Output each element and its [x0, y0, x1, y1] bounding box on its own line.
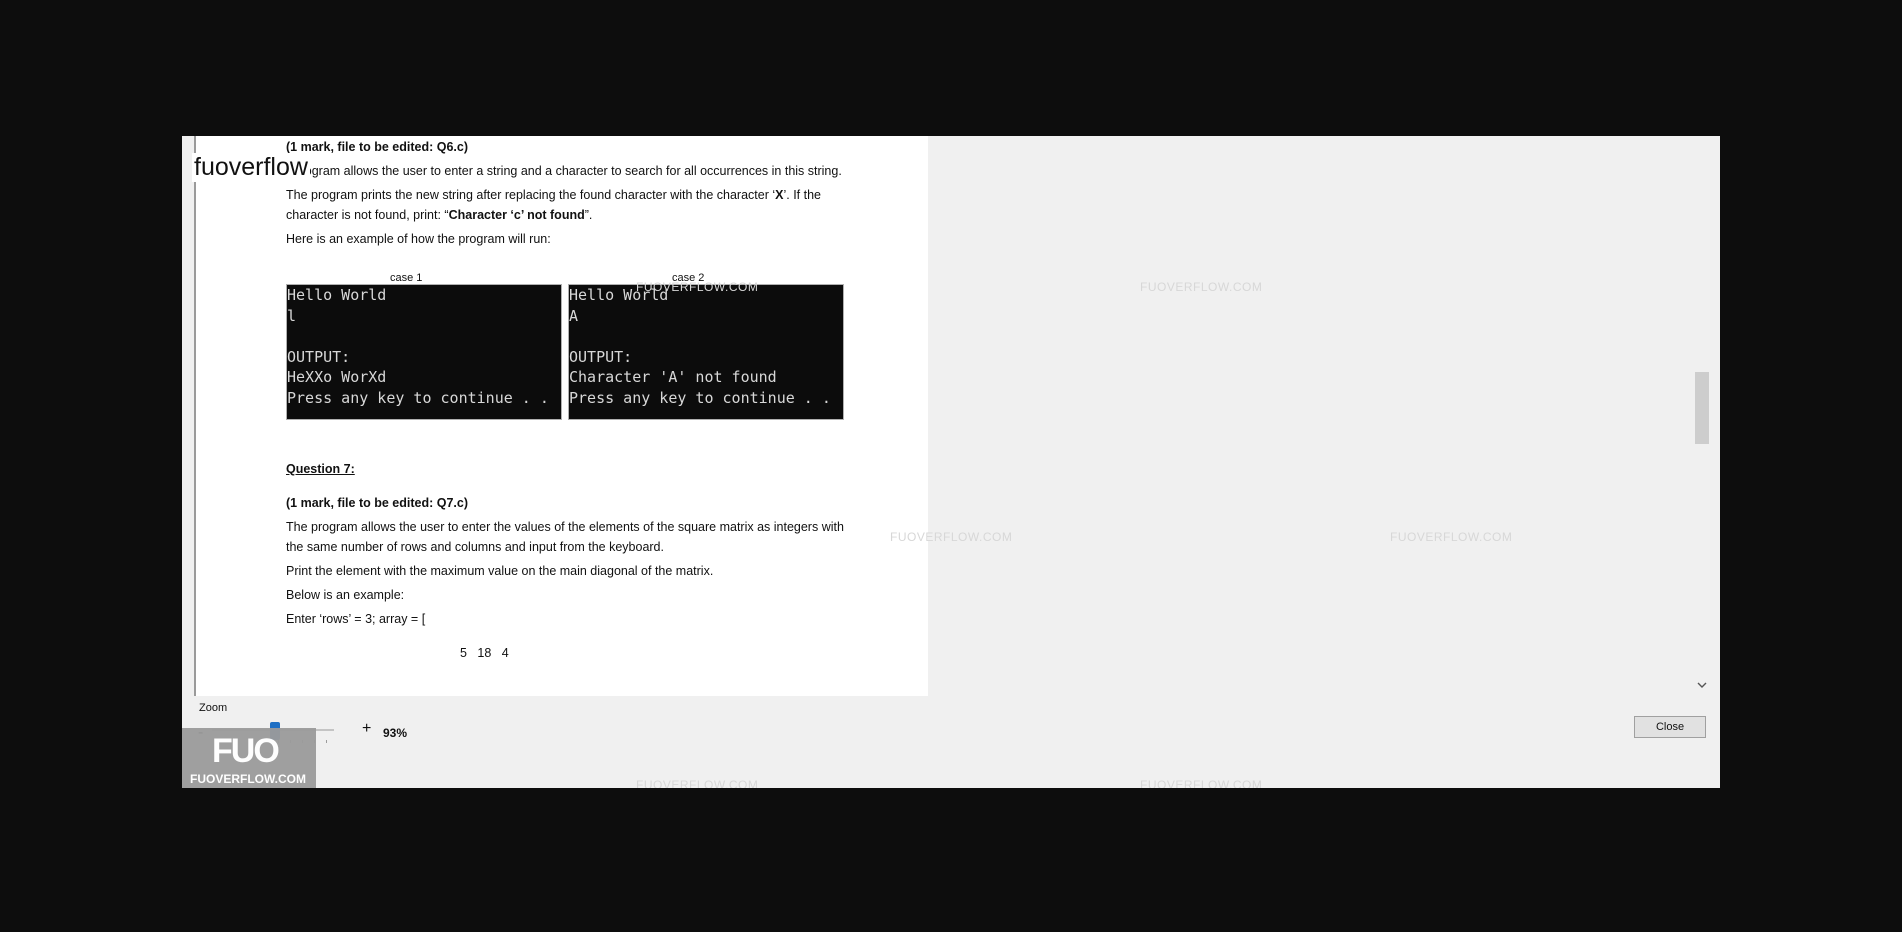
console-line: l [287, 306, 297, 325]
console-line: HeXXo WorXd [287, 368, 387, 387]
q6-line3: character is not found, print: “Characte… [286, 208, 592, 222]
fuo-badge-url: FUOVERFLOW.COM [190, 772, 306, 786]
q6-line3-c: ”. [584, 208, 593, 222]
q6-line1: · program allows the user to enter a str… [286, 164, 842, 178]
document-viewport[interactable]: (1 mark, file to be edited: Q6.c) · prog… [182, 136, 1720, 696]
console-line: Press any key to continue . . . [569, 388, 844, 407]
watermark: FUOVERFLOW.COM [1140, 778, 1263, 788]
q7-line5: Enter ‘rows’ = 3; array = [ [286, 612, 426, 626]
q6-line2-c: ’. If the [783, 188, 822, 202]
console-line: A [569, 306, 579, 325]
watermark: FUOVERFLOW.COM [1140, 280, 1263, 294]
q7-line2: the same number of rows and columns and … [286, 540, 664, 554]
q6-mark: (1 mark, file to be edited: Q6.c) [286, 140, 468, 154]
watermark: FUOVERFLOW.COM [636, 280, 759, 294]
console-line: OUTPUT: [569, 347, 633, 366]
q6-line2: The program prints the new string after … [286, 188, 821, 202]
fuoverflow-logo: fuoverflow [192, 153, 310, 182]
q6-line3-b: Character ‘c’ not found [448, 208, 585, 222]
q7-mark: (1 mark, file to be edited: Q7.c) [286, 496, 468, 510]
zoom-value: 93% [383, 726, 408, 740]
q6-line3-a: character is not found, print: “ [286, 208, 449, 222]
zoom-tick [326, 740, 327, 743]
q7-line4: Below is an example: [286, 588, 405, 602]
q7-matrix-row: 5 18 4 [460, 646, 509, 660]
q6-line2-a: The program prints the new string after … [286, 188, 776, 202]
console-line: Character 'A' not found [569, 368, 777, 387]
q6-line4: Here is an example of how the program wi… [286, 232, 551, 246]
q7-line3: Print the element with the maximum value… [286, 564, 714, 578]
console-output-case1: Hello World l OUTPUT: HeXXo WorXd Press any … [286, 284, 562, 420]
zoom-label: Zoom [199, 702, 228, 714]
console-line: Hello World [287, 286, 387, 304]
chevron-down-icon[interactable] [1696, 680, 1708, 694]
console-line: Press any key to continue . . . [287, 388, 562, 407]
fuo-badge-text: FUO [212, 732, 280, 770]
document-page: (1 mark, file to be edited: Q6.c) · prog… [194, 136, 928, 696]
fuoverflow-badge-logo: FUO FUOVERFLOW.COM [182, 728, 316, 788]
document-viewer-window: (1 mark, file to be edited: Q6.c) · prog… [182, 136, 1720, 788]
case1-caption: case 1 [390, 272, 423, 284]
vertical-scrollbar[interactable] [1694, 136, 1710, 696]
watermark: FUOVERFLOW.COM [1390, 530, 1513, 544]
zoom-toolbar: Zoom - + 93% Close FUOVERFLOW.COM FUOVER… [182, 696, 1720, 788]
q7-line1: The program allows the user to enter the… [286, 520, 844, 534]
scrollbar-thumb[interactable] [1695, 372, 1709, 444]
close-button[interactable]: Close [1634, 716, 1706, 738]
zoom-in-button[interactable]: + [362, 720, 371, 738]
watermark: FUOVERFLOW.COM [890, 530, 1013, 544]
watermark: FUOVERFLOW.COM [636, 778, 759, 788]
console-line: OUTPUT: [287, 347, 351, 366]
console-output-case2: Hello World A OUTPUT: Character 'A' not fou… [568, 284, 844, 420]
q7-title: Question 7: [286, 462, 355, 476]
